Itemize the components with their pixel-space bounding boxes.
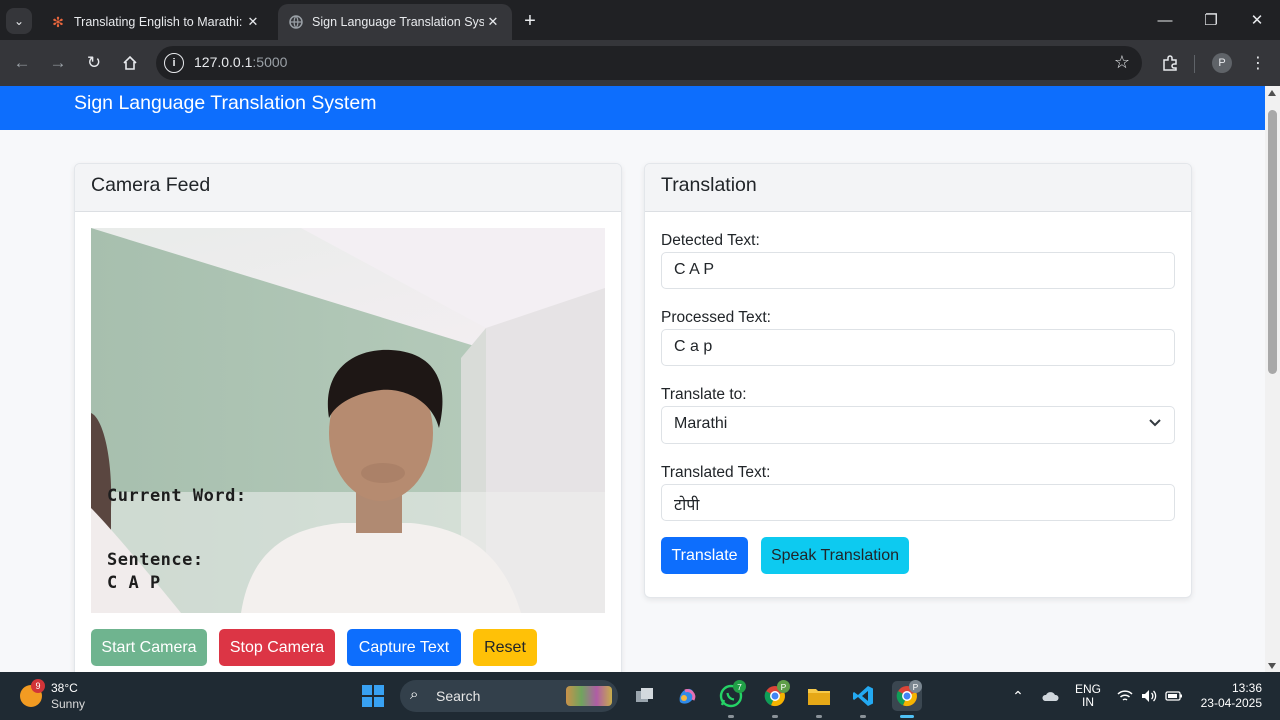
start-camera-button[interactable]: Start Camera — [91, 629, 207, 666]
address-url[interactable]: 127.0.0.1:5000 — [194, 54, 287, 70]
minimize-icon[interactable]: — — [1142, 6, 1188, 34]
tab-sign-language[interactable]: Sign Language Translation Syste ✕ — [278, 4, 512, 40]
tray-overflow-chevron-icon[interactable]: ⌃ — [1008, 672, 1028, 720]
search-highlight-icon — [566, 686, 612, 706]
reload-icon[interactable]: ↻ — [80, 49, 108, 77]
scroll-up-arrow-icon[interactable] — [1268, 90, 1276, 96]
bookmark-star-icon[interactable]: ☆ — [1114, 52, 1130, 73]
stop-camera-button[interactable]: Stop Camera — [219, 629, 335, 666]
running-indicator — [860, 715, 866, 718]
overlay-sentence-label: Sentence: — [107, 550, 204, 570]
taskbar-search-box[interactable]: ⌕ Search — [400, 680, 618, 712]
restore-icon[interactable]: ❐ — [1188, 6, 1234, 34]
language-region: IN — [1082, 695, 1094, 709]
processed-text-field[interactable]: C a p — [661, 329, 1175, 366]
wifi-icon[interactable] — [1116, 672, 1134, 720]
chrome-profile-badge: P — [777, 680, 790, 693]
reset-button[interactable]: Reset — [473, 629, 537, 666]
asterisk-icon: ✻ — [52, 13, 64, 30]
running-indicator — [772, 715, 778, 718]
translate-to-label: Translate to: — [661, 386, 747, 403]
scrollbar-thumb[interactable] — [1268, 110, 1277, 374]
clock[interactable]: 13:36 23-04-2025 — [1196, 672, 1262, 720]
close-icon[interactable]: ✕ — [484, 13, 502, 31]
running-indicator — [816, 715, 822, 718]
home-icon[interactable] — [116, 49, 144, 77]
browser-tab-bar: ⌄ ✻ Translating English to Marathi: l ✕ … — [0, 0, 1280, 40]
extensions-icon[interactable] — [1156, 49, 1184, 77]
translated-text-label: Translated Text: — [661, 464, 771, 481]
overlay-current-word-label: Current Word: — [107, 486, 247, 506]
translated-text-field[interactable]: टोपी — [661, 484, 1175, 521]
back-arrow-icon[interactable]: ← — [8, 49, 36, 77]
overlay-sentence-value: C A P — [107, 573, 161, 593]
tab-translating-marathi[interactable]: ✻ Translating English to Marathi: l ✕ — [40, 4, 272, 40]
browser-toolbar: ← → ↻ i 127.0.0.1:5000 ☆ P ⋮ — [0, 40, 1280, 86]
running-indicator — [728, 715, 734, 718]
file-explorer-icon[interactable] — [804, 681, 834, 711]
search-icon: ⌕ — [410, 686, 419, 703]
chrome-profile-badge-active: P — [909, 680, 922, 693]
tab-title: Translating English to Marathi: l — [74, 15, 244, 29]
windows-taskbar: 9 38°C Sunny ⌕ Search 7 P P ⌃ ENG IN 13:… — [0, 672, 1280, 720]
page-viewport: Sign Language Translation System Camera … — [0, 86, 1280, 672]
camera-card-title: Camera Feed — [75, 164, 621, 212]
clock-date: 23-04-2025 — [1200, 696, 1262, 710]
onedrive-cloud-icon[interactable] — [1040, 672, 1060, 720]
page-scrollbar[interactable] — [1265, 86, 1280, 672]
camera-feed-card: Camera Feed Current Word: Sentence: C A … — [74, 163, 622, 672]
menu-kebab-icon[interactable]: ⋮ — [1244, 49, 1272, 77]
detected-text-field[interactable]: C A P — [661, 252, 1175, 289]
language-select[interactable]: Marathi — [661, 406, 1175, 444]
whatsapp-badge: 7 — [733, 680, 746, 693]
copilot-icon[interactable] — [672, 681, 702, 711]
profile-avatar[interactable]: P — [1212, 53, 1232, 73]
weather-temperature[interactable]: 38°C — [51, 681, 78, 695]
tab-search-icon[interactable]: ⌄ — [6, 8, 32, 34]
vscode-icon[interactable] — [848, 681, 878, 711]
toolbar-divider — [1194, 55, 1195, 73]
tab-title: Sign Language Translation Syste — [312, 15, 484, 29]
active-indicator — [900, 715, 914, 718]
weather-description[interactable]: Sunny — [51, 697, 85, 711]
chevron-down-icon — [1148, 415, 1162, 432]
speak-translation-button[interactable]: Speak Translation — [761, 537, 909, 574]
clock-time: 13:36 — [1231, 681, 1262, 695]
volume-icon[interactable] — [1140, 672, 1158, 720]
window-close-icon[interactable]: ✕ — [1234, 6, 1280, 34]
navbar-brand[interactable]: Sign Language Translation System — [74, 92, 376, 115]
language-select-value: Marathi — [674, 415, 728, 432]
close-icon[interactable]: ✕ — [244, 13, 262, 31]
navbar: Sign Language Translation System — [0, 86, 1265, 130]
globe-icon — [288, 14, 304, 30]
camera-video-feed: Current Word: Sentence: C A P — [91, 228, 605, 613]
forward-arrow-icon[interactable]: → — [44, 49, 72, 77]
task-view-icon[interactable] — [630, 681, 660, 711]
site-info-icon[interactable]: i — [164, 53, 184, 73]
translate-button[interactable]: Translate — [661, 537, 748, 574]
scroll-down-arrow-icon[interactable] — [1268, 663, 1276, 669]
new-tab-icon[interactable]: + — [518, 9, 542, 33]
taskbar-search-label: Search — [436, 688, 481, 704]
capture-text-button[interactable]: Capture Text — [347, 629, 461, 666]
translation-card: Translation Detected Text: C A P Process… — [644, 163, 1192, 598]
address-bar[interactable]: i 127.0.0.1:5000 ☆ — [156, 46, 1142, 80]
language-indicator[interactable]: ENG IN — [1072, 672, 1104, 720]
translation-card-title: Translation — [645, 164, 1191, 212]
battery-icon[interactable] — [1164, 672, 1184, 720]
processed-text-label: Processed Text: — [661, 309, 771, 326]
windows-start-icon[interactable] — [362, 685, 384, 707]
weather-badge: 9 — [31, 679, 45, 693]
detected-text-label: Detected Text: — [661, 232, 760, 249]
